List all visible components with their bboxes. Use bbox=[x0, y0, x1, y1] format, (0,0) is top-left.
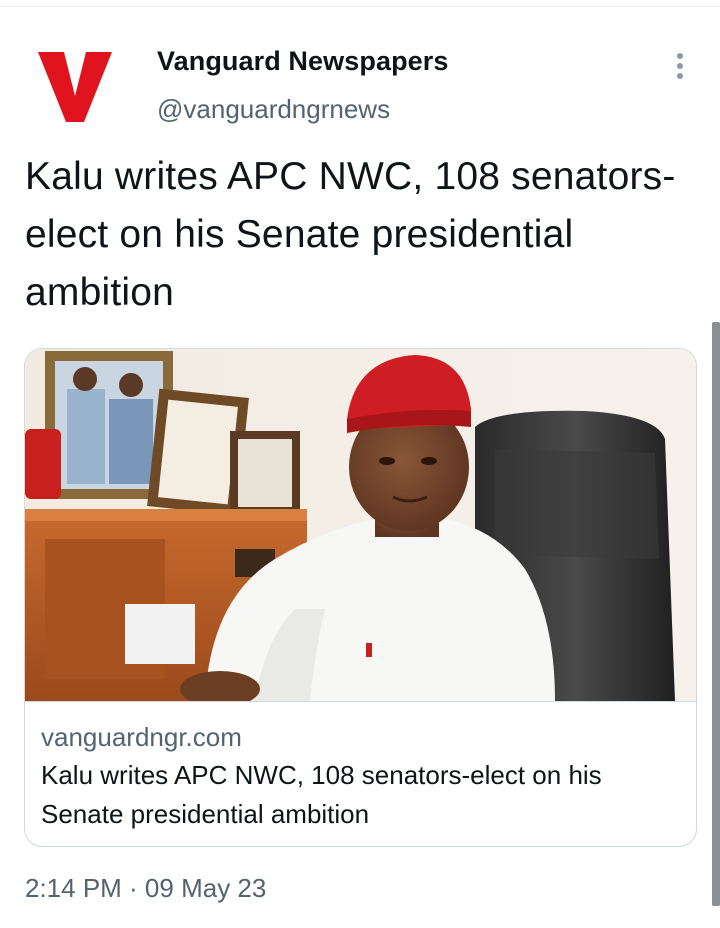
card-title: Kalu writes APC NWC, 108 senators-elect … bbox=[41, 760, 602, 829]
card-domain: vanguardngr.com bbox=[41, 722, 242, 752]
more-vertical-icon bbox=[677, 53, 683, 79]
scrollbar[interactable] bbox=[712, 322, 720, 906]
card-divider bbox=[25, 701, 696, 702]
account-display-name[interactable]: Vanguard Newspapers bbox=[157, 46, 449, 77]
vanguard-v-logo-icon[interactable] bbox=[34, 46, 116, 126]
tweet-timestamp[interactable]: 2:14 PM · 09 May 23 bbox=[25, 873, 266, 904]
link-preview-card[interactable]: vanguardngr.com Kalu writes APC NWC, 108… bbox=[24, 348, 697, 847]
account-handle[interactable]: @vanguardngrnews bbox=[157, 94, 390, 125]
more-options-button[interactable] bbox=[664, 48, 696, 84]
tweet-text: Kalu writes APC NWC, 108 senators-elect … bbox=[25, 155, 676, 314]
card-image bbox=[25, 349, 696, 701]
top-divider bbox=[0, 6, 720, 7]
